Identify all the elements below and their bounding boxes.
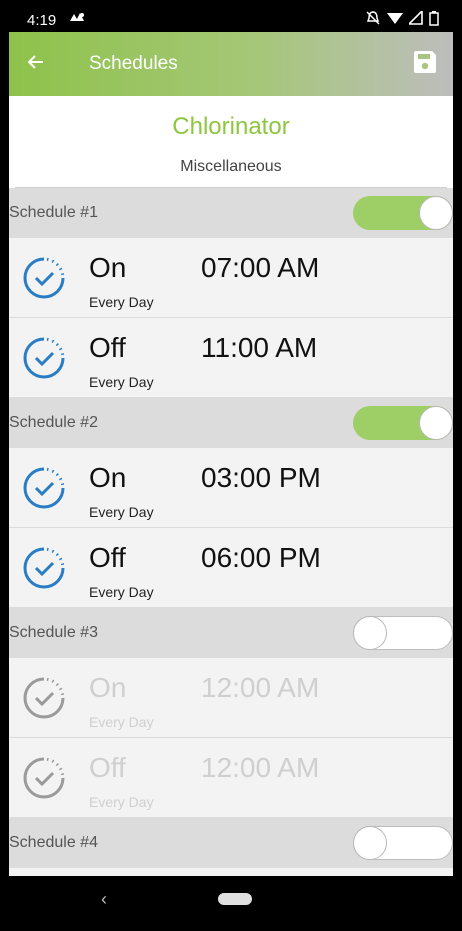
schedule-label: Schedule #2 bbox=[9, 414, 98, 431]
schedule-event[interactable]: On 03:00 PM Every Day bbox=[9, 448, 453, 528]
event-recurrence: Every Day bbox=[89, 794, 154, 810]
event-time: 12:00 AM bbox=[201, 752, 320, 783]
event-recurrence: Every Day bbox=[89, 584, 154, 600]
event-recurrence: Every Day bbox=[89, 374, 154, 390]
floppy-disk-icon bbox=[412, 49, 438, 80]
event-recurrence: Every Day bbox=[89, 714, 154, 730]
notification-icon bbox=[68, 11, 86, 29]
event-recurrence: Every Day bbox=[89, 504, 154, 520]
clock-check-icon bbox=[19, 253, 69, 303]
event-state: Off bbox=[89, 752, 126, 783]
event-state: Off bbox=[89, 542, 126, 573]
schedule-toggle[interactable] bbox=[353, 616, 453, 650]
schedule-toggle[interactable] bbox=[353, 826, 453, 860]
clock-check-icon bbox=[19, 673, 69, 723]
save-button[interactable] bbox=[397, 32, 453, 96]
toggle-knob bbox=[419, 406, 453, 440]
schedule-list: Schedule #1 On 07:00 AM Every Day Off 11… bbox=[9, 188, 453, 878]
clock-check-icon bbox=[19, 543, 69, 593]
event-state: On bbox=[89, 252, 127, 283]
schedule-event[interactable]: Off 11:00 AM Every Day bbox=[9, 318, 453, 398]
schedule-event[interactable]: Off 12:00 AM Every Day bbox=[9, 738, 453, 818]
schedule-label: Schedule #4 bbox=[9, 834, 98, 851]
device-name: Chlorinator bbox=[172, 113, 290, 140]
schedule-toggle[interactable] bbox=[353, 196, 453, 230]
event-time: 07:00 AM bbox=[201, 252, 320, 283]
schedule-header: Schedule #4 bbox=[9, 818, 453, 868]
status-time: 4:19 bbox=[27, 11, 57, 29]
event-state: On bbox=[89, 462, 127, 493]
schedule-label: Schedule #3 bbox=[9, 624, 98, 641]
schedule-label: Schedule #1 bbox=[9, 204, 98, 221]
schedule-event[interactable]: On 12:00 AM Every Day bbox=[9, 658, 453, 738]
schedule-event[interactable]: Off 06:00 PM Every Day bbox=[9, 528, 453, 608]
toggle-knob bbox=[419, 196, 453, 230]
schedule-header: Schedule #1 bbox=[9, 188, 453, 238]
schedule-header: Schedule #3 bbox=[9, 608, 453, 658]
event-time: 03:00 PM bbox=[201, 462, 321, 493]
event-state: Off bbox=[89, 332, 126, 363]
event-time: 12:00 AM bbox=[201, 672, 320, 703]
back-button[interactable] bbox=[9, 32, 61, 96]
device-header: Chlorinator Miscellaneous bbox=[9, 96, 453, 188]
nav-home-button[interactable] bbox=[218, 893, 252, 905]
clock-check-icon bbox=[19, 753, 69, 803]
toggle-knob bbox=[353, 826, 387, 860]
app-frame: 4:19 Schedules Chlorinator Miscellaneous… bbox=[9, 8, 453, 923]
schedule-header: Schedule #2 bbox=[9, 398, 453, 448]
event-time: 11:00 AM bbox=[201, 332, 318, 363]
navigation-bar: ‹ bbox=[9, 876, 453, 923]
arrow-left-icon bbox=[26, 51, 44, 77]
mute-icon bbox=[365, 10, 381, 30]
clock-check-icon bbox=[19, 463, 69, 513]
status-bar: 4:19 bbox=[9, 8, 453, 32]
event-recurrence: Every Day bbox=[89, 294, 154, 310]
battery-icon bbox=[429, 10, 439, 30]
toggle-knob bbox=[353, 616, 387, 650]
clock-check-icon bbox=[19, 333, 69, 383]
nav-back-button[interactable]: ‹ bbox=[101, 889, 107, 910]
device-category: Miscellaneous bbox=[180, 158, 282, 175]
event-time: 06:00 PM bbox=[201, 542, 321, 573]
schedule-event[interactable]: On 07:00 AM Every Day bbox=[9, 238, 453, 318]
page-title: Schedules bbox=[89, 53, 178, 74]
signal-icon bbox=[407, 9, 423, 29]
wifi-icon bbox=[387, 11, 403, 29]
schedule-toggle[interactable] bbox=[353, 406, 453, 440]
app-bar: Schedules bbox=[9, 32, 453, 96]
event-state: On bbox=[89, 672, 127, 703]
